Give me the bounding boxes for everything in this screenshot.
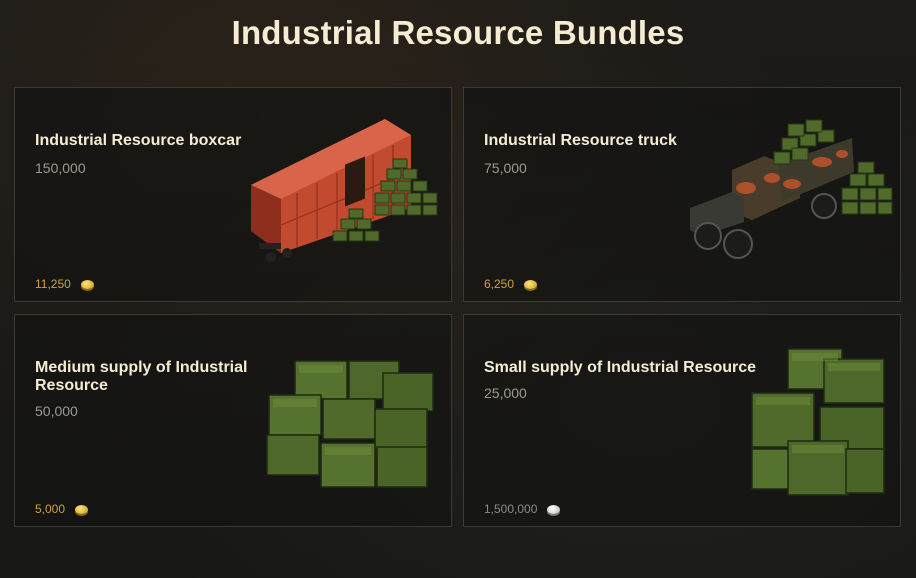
price-gold: 5,000 — [35, 502, 89, 516]
medium-crates-image — [266, 360, 434, 488]
truck-image — [690, 119, 893, 259]
page-title: Industrial Resource Bundles — [231, 14, 685, 51]
boxcar-image — [251, 119, 438, 262]
price-value: 6,250 — [484, 277, 515, 291]
price-value: 1,500,000 — [484, 502, 538, 516]
bundle-card-small-supply[interactable]: Small supply of Industrial Resource 25,0… — [463, 314, 901, 527]
bundle-amount: 50,000 — [35, 403, 78, 419]
bundle-amount: 25,000 — [484, 385, 527, 401]
bundle-amount: 150,000 — [35, 160, 86, 176]
price-value: 11,250 — [35, 277, 71, 291]
price-silver: 1,500,000 — [484, 502, 561, 516]
page: Industrial Resource Bundles Industrial R… — [0, 0, 916, 578]
bundle-name: Medium supply of Industrial Resource — [35, 359, 248, 394]
bundle-card-truck[interactable]: Industrial Resource truck 75,000 6,250 — [463, 87, 901, 302]
price-gold: 11,250 — [35, 277, 94, 291]
bundle-card-boxcar[interactable]: Industrial Resource boxcar 150,000 11,25… — [14, 87, 452, 302]
silver-coin-icon — [547, 504, 561, 514]
price-value: 5,000 — [35, 502, 66, 516]
bundle-card-medium-supply[interactable]: Medium supply of Industrial Resource 50,… — [14, 314, 452, 527]
small-crates-image — [751, 348, 885, 496]
price-gold: 6,250 — [484, 277, 538, 291]
bundle-name: Industrial Resource truck — [484, 132, 677, 149]
gold-coin-icon — [524, 279, 538, 289]
bundle-name: Industrial Resource boxcar — [35, 132, 242, 149]
gold-coin-icon — [75, 504, 89, 514]
gold-coin-icon — [80, 279, 94, 289]
bundle-name: Small supply of Industrial Resource — [484, 359, 757, 376]
bundle-amount: 75,000 — [484, 160, 527, 176]
